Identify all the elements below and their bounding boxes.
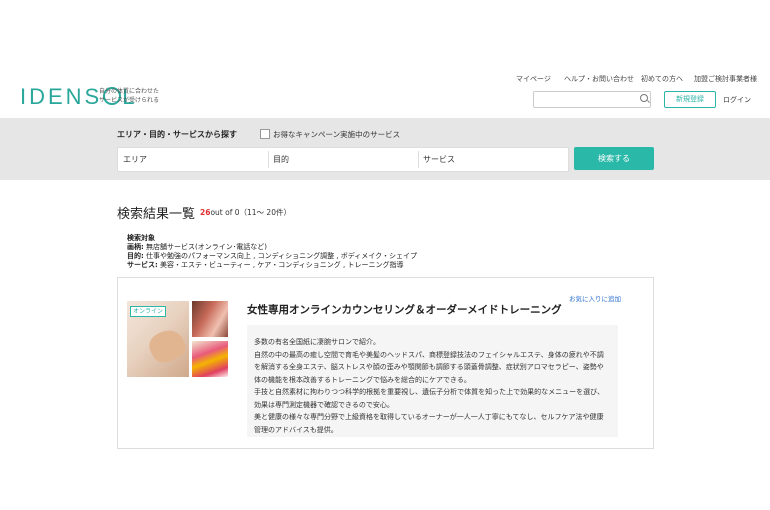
purpose-select[interactable]: 目的 — [268, 148, 418, 171]
results-title: 検索結果一覧 — [117, 207, 196, 222]
search-panel-title: エリア・目的・サービスから探す — [117, 130, 237, 139]
criteria-value: 美容・エステ・ビューティー , ケア・コンディショニング , トレーニング指導 — [157, 261, 404, 269]
description-line: 自然の中の最高の癒し空間で育毛や美髪のヘッドスパ、商標登録技法のフェイシャルエス… — [254, 350, 604, 359]
login-link[interactable]: ログイン — [723, 95, 751, 105]
search-icon[interactable] — [640, 94, 648, 102]
tagline-line-1: 自分の体質に合わせた — [99, 88, 160, 95]
service-photo-thumb-2[interactable] — [192, 341, 228, 377]
nav-first-time[interactable]: 初めての方へ — [641, 74, 683, 84]
result-card-title[interactable]: 女性専用オンラインカウンセリング＆オーダーメイドトレーニング — [247, 302, 562, 317]
results-count-number: 26 — [200, 208, 211, 217]
search-button[interactable]: 検索する — [574, 147, 654, 170]
criteria-label: 目的: — [127, 252, 144, 260]
nav-business-partners[interactable]: 加盟ご検討事業者様 — [694, 74, 757, 84]
area-select[interactable]: エリア — [118, 148, 268, 171]
criteria-line: サービス: 美容・エステ・ビューティー , ケア・コンディショニング , トレー… — [127, 261, 417, 270]
criteria-value: 仕事や勉強のパフォーマンス向上 , コンディショニング調整 , ボディメイク・シ… — [143, 252, 417, 260]
logo-text-left: IDENS — [20, 84, 103, 109]
criteria-line: 目的: 仕事や勉強のパフォーマンス向上 , コンディショニング調整 , ボディメ… — [127, 252, 417, 261]
results-count-suffix: out of 0（11〜 20件） — [210, 208, 291, 217]
description-line: 管理のアドバイスも提供。 — [254, 425, 338, 434]
results-count: 26out of 0（11〜 20件） — [200, 207, 291, 218]
description-line: 体の機能を根本改善するトレーニングで悩みを総合的にケアできる。 — [254, 375, 471, 384]
search-fields: エリア 目的 サービス — [117, 147, 569, 172]
criteria-line: 画柄: 無店舗サービス(オンライン･電話など) — [127, 243, 417, 252]
criteria-label: サービス: — [127, 261, 158, 269]
online-badge: オンライン — [130, 306, 167, 317]
nav-mypage[interactable]: マイページ — [516, 74, 551, 84]
add-favorite-link[interactable]: お気に入りに追加 — [569, 293, 621, 303]
description-line: 効果は専門測定機器で確認できるので安心。 — [254, 400, 394, 409]
tagline-line-2: サービスが受けられる — [99, 97, 160, 104]
criteria-label: 画柄: — [127, 243, 144, 251]
campaign-checkbox[interactable] — [260, 129, 270, 139]
nav-help-contact[interactable]: ヘルプ・お問い合わせ — [564, 74, 634, 84]
campaign-checkbox-label[interactable]: お得なキャンペーン実施中のサービス — [273, 129, 400, 140]
site-tagline: 自分の体質に合わせた サービスが受けられる — [99, 87, 159, 105]
description-line: 美と健康の様々な専門分野で上級資格を取得しているオーナーが一人一人丁寧にもてなし… — [254, 413, 604, 421]
description-line: 多数の有名全国紙に凄腕サロンで紹介。 — [254, 338, 380, 346]
criteria-value: 無店舗サービス(オンライン･電話など) — [143, 243, 267, 251]
register-button[interactable]: 新規登録 — [664, 91, 716, 108]
header-search-input[interactable] — [533, 91, 651, 108]
criteria-heading: 検索対象 — [127, 234, 155, 242]
service-photo-thumb-1[interactable] — [192, 301, 228, 337]
service-select[interactable]: サービス — [418, 148, 568, 171]
description-text: 多数の有名全国紙に凄腕サロンで紹介。 自然の中の最高の癒し空間で育毛や美髪のヘッ… — [254, 336, 616, 436]
description-line: を解消する全身エステ、脳ストレスや顔の歪みや顎関節も調節する頭蓋骨調整、症状別ア… — [254, 363, 604, 371]
description-line: 手技と自然素材に拘わりつつ科学的根拠を重要視し、遺伝子分析で体質を知った上で効果… — [254, 388, 605, 396]
search-criteria: 検索対象 画柄: 無店舗サービス(オンライン･電話など) 目的: 仕事や勉強のパ… — [127, 234, 417, 270]
